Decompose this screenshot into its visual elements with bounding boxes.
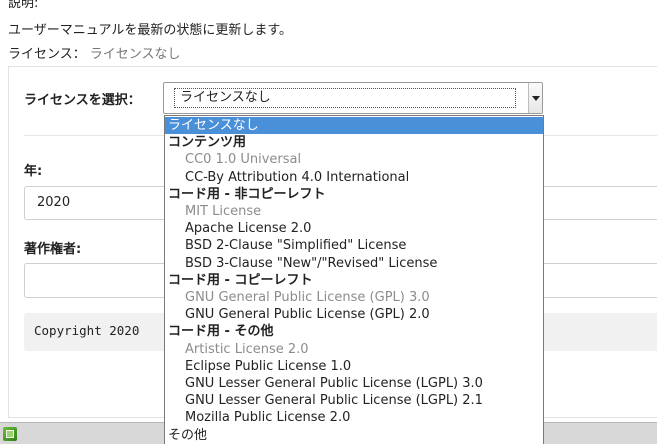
description-text: ユーザーマニュアルを最新の状態に更新します。 bbox=[8, 23, 293, 38]
dropdown-option[interactable]: CC-By Attribution 4.0 International bbox=[165, 169, 543, 186]
dropdown-group-label: コード用 - その他 bbox=[168, 324, 274, 340]
description-label: 説明: bbox=[8, 0, 39, 11]
chevron-down-icon[interactable] bbox=[528, 83, 542, 113]
app-status-icon bbox=[3, 427, 17, 441]
dropdown-option[interactable]: GNU General Public License (GPL) 2.0 bbox=[165, 306, 543, 323]
dropdown-option[interactable]: GNU Lesser General Public License (LGPL)… bbox=[165, 375, 543, 392]
license-select-label: ライセンスを選択： bbox=[24, 93, 141, 108]
dropdown-group-label: コード用 - コピーレフト bbox=[168, 272, 313, 288]
license-value: ライセンスなし bbox=[89, 47, 181, 62]
dropdown-group-label: コード用 - 非コピーレフト bbox=[168, 186, 326, 202]
dropdown-option[interactable]: GNU Lesser General Public License (LGPL)… bbox=[165, 392, 543, 409]
dropdown-option[interactable]: Mozilla Public License 2.0 bbox=[165, 409, 543, 426]
license-select[interactable]: ライセンスなし bbox=[163, 82, 543, 114]
dropdown-option[interactable]: Eclipse Public License 1.0 bbox=[165, 358, 543, 375]
dropdown-option[interactable]: その他 bbox=[165, 427, 543, 444]
dropdown-option[interactable]: Apache License 2.0 bbox=[165, 220, 543, 237]
copyright-owner-label: 著作権者: bbox=[24, 242, 82, 257]
license-label: ライセンス： bbox=[8, 47, 86, 62]
dropdown-option[interactable]: ライセンスなし bbox=[165, 117, 543, 134]
dropdown-option[interactable]: CC0 1.0 Universal bbox=[165, 151, 543, 168]
dropdown-option[interactable]: BSD 3-Clause "New"/"Revised" License bbox=[165, 255, 543, 272]
dropdown-option[interactable]: MIT License bbox=[165, 203, 543, 220]
license-select-value: ライセンスなし bbox=[174, 88, 516, 108]
dropdown-option[interactable]: Artistic License 2.0 bbox=[165, 341, 543, 358]
dropdown-option[interactable]: GNU General Public License (GPL) 3.0 bbox=[165, 289, 543, 306]
dropdown-group-label: コンテンツ用 bbox=[168, 135, 247, 151]
year-label: 年: bbox=[24, 164, 43, 179]
dropdown-option[interactable]: BSD 2-Clause "Simplified" License bbox=[165, 237, 543, 254]
current-license-line: ライセンス： ライセンスなし bbox=[8, 43, 181, 62]
license-dropdown-list: ライセンスなし コンテンツ用 CC0 1.0 Universal CC-By Attr… bbox=[164, 115, 544, 444]
